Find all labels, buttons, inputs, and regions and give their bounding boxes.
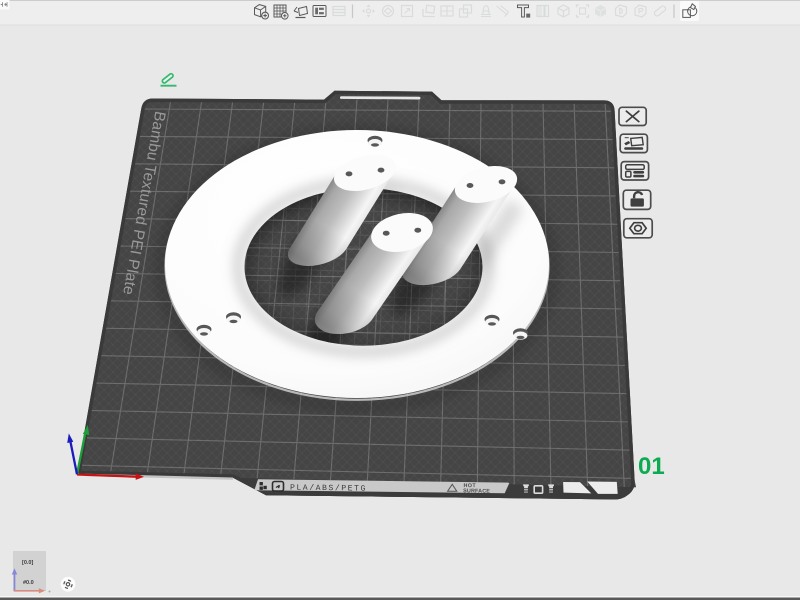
svg-text:01: 01 — [638, 453, 665, 480]
svg-text:PLA/ABS/PETG: PLA/ABS/PETG — [290, 484, 367, 494]
svg-text:[0.0]: [0.0] — [22, 560, 33, 566]
svg-text:#0.0: #0.0 — [23, 580, 34, 586]
svg-text:SURFACE: SURFACE — [463, 488, 490, 494]
